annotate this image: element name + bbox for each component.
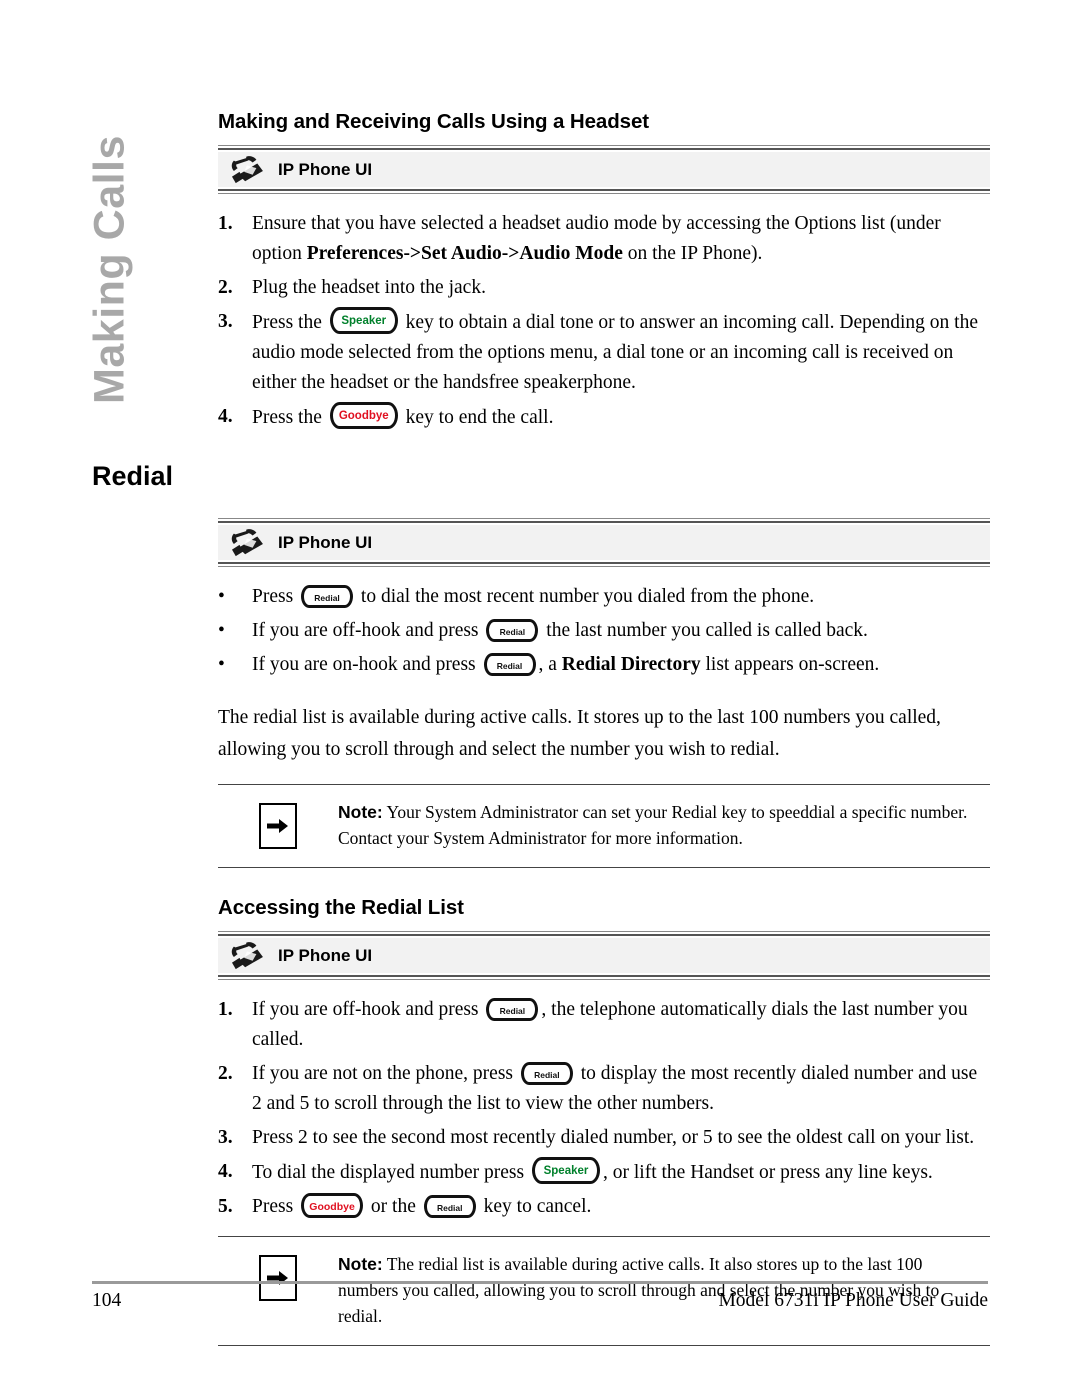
note-body: Your System Administrator can set your R…: [338, 802, 968, 848]
steps-list-headset: 1. Ensure that you have selected a heads…: [218, 209, 990, 433]
list-item: 2. If you are not on the phone, press Re…: [218, 1059, 990, 1119]
list-item: 5. Press Goodbye or the Redial key to ca…: [218, 1192, 990, 1222]
step-text-part2: on the IP Phone).: [622, 243, 763, 264]
goodbye-key-icon: Goodbye: [329, 402, 398, 429]
step-text-part1: Press the: [252, 312, 327, 333]
step-text: Press the Speaker key to obtain a dial t…: [252, 307, 990, 398]
page-footer: 104 Model 6731i IP Phone User Guide: [92, 1290, 988, 1312]
bullet-text-part3: list appears on-screen.: [700, 654, 880, 675]
step-text: Press Goodbye or the Redial key to cance…: [252, 1192, 990, 1222]
list-item: • If you are off-hook and press Redial t…: [218, 616, 990, 646]
step-number: 5.: [218, 1196, 233, 1217]
note-lead: Note:: [338, 802, 383, 822]
list-item: 3. Press the Speaker key to obtain a dia…: [218, 307, 990, 398]
steps-list-accessing: 1. If you are off-hook and press Redial,…: [218, 995, 990, 1222]
desk-phone-icon: [231, 941, 263, 969]
document-page: Making Calls Making and Receiving Calls …: [0, 0, 1080, 1397]
step-text-part1: If you are not on the phone, press: [252, 1063, 518, 1084]
desk-phone-icon: [231, 155, 263, 183]
desk-phone-icon: [231, 528, 263, 556]
redial-key-icon: Redial: [486, 619, 539, 642]
bullets-list-redial: • Press Redial to dial the most recent n…: [218, 582, 990, 680]
list-item: 2. Plug the headset into the jack.: [218, 273, 990, 303]
step-text: If you are not on the phone, press Redia…: [252, 1059, 990, 1119]
bullet-text-part2: the last number you called is called bac…: [541, 620, 868, 641]
step-text-part1: Press: [252, 1196, 299, 1217]
bullet-marker: •: [218, 654, 225, 675]
step-number: 4.: [218, 406, 233, 427]
step-text-part3: key to cancel.: [478, 1196, 592, 1217]
arrow-right-glyph: [267, 819, 288, 833]
bullet-text-part1: If you are on-hook and press: [252, 654, 481, 675]
heading-redial: Redial: [92, 461, 174, 491]
list-item: 1. Ensure that you have selected a heads…: [218, 209, 990, 269]
note-lead: Note:: [338, 1254, 383, 1274]
goodbye-key-icon: Goodbye: [301, 1193, 364, 1218]
redial-key-icon: Redial: [486, 998, 539, 1021]
list-item: • If you are on-hook and press Redial, a…: [218, 650, 990, 680]
heading-accessing-redial-list: Accessing the Redial List: [218, 896, 464, 919]
step-text-bold: Preferences->Set Audio->Audio Mode: [306, 243, 623, 264]
step-text-part1: If you are off-hook and press: [252, 999, 484, 1020]
step-text: Press the Goodbye key to end the call.: [252, 402, 990, 433]
step-text: Press 2 to see the second most recently …: [252, 1127, 975, 1148]
step-number: 4.: [218, 1161, 233, 1182]
bullet-marker: •: [218, 586, 225, 607]
step-text: Ensure that you have selected a headset …: [252, 209, 990, 269]
step-text: To dial the displayed number press Speak…: [252, 1157, 990, 1188]
bullet-text-bold: Redial Directory: [561, 654, 701, 675]
step-number: 1.: [218, 999, 233, 1020]
chapter-side-tab: Making Calls: [0, 95, 134, 425]
list-item: 1. If you are off-hook and press Redial,…: [218, 995, 990, 1055]
step-number: 2.: [218, 277, 233, 298]
ip-phone-ui-bar-headset: IP Phone UI: [218, 145, 990, 194]
note-block-redial: Note: Your System Administrator can set …: [218, 784, 990, 868]
redial-list-paragraph: The redial list is available during acti…: [218, 707, 941, 760]
step-text-part2: key to end the call.: [400, 407, 554, 428]
step-text: If you are off-hook and press Redial, th…: [252, 995, 990, 1055]
speaker-key-icon: Speaker: [532, 1157, 600, 1184]
list-item: 3. Press 2 to see the second most recent…: [218, 1123, 990, 1153]
list-item: 4. To dial the displayed number press Sp…: [218, 1157, 990, 1188]
ip-phone-ui-bar-redial-label: IP Phone UI: [278, 532, 373, 552]
arrow-right-icon: [259, 803, 297, 849]
note-icon-wrap: [218, 799, 338, 849]
bullet-text: If you are off-hook and press Redial the…: [252, 616, 990, 646]
bullet-text-part1: Press: [252, 586, 299, 607]
step-number: 1.: [218, 213, 233, 234]
ip-phone-ui-bar-accessing: IP Phone UI: [218, 931, 990, 980]
list-item: • Press Redial to dial the most recent n…: [218, 582, 990, 612]
redial-key-icon: Redial: [483, 653, 536, 676]
bullet-marker: •: [218, 620, 225, 641]
bullet-text: If you are on-hook and press Redial, a R…: [252, 650, 990, 680]
note-text: Note: Your System Administrator can set …: [338, 799, 990, 851]
step-text-part1: To dial the displayed number press: [252, 1162, 529, 1183]
step-number: 3.: [218, 311, 233, 332]
redial-key-icon: Redial: [301, 585, 354, 608]
redial-key-icon: Redial: [423, 1195, 476, 1218]
bullet-text-part1: If you are off-hook and press: [252, 620, 484, 641]
chapter-side-tab-label: Making Calls: [85, 135, 134, 404]
step-text-part2: or the: [366, 1196, 421, 1217]
step-number: 3.: [218, 1127, 233, 1148]
ip-phone-ui-bar-accessing-label: IP Phone UI: [278, 945, 373, 965]
step-text-part1: Press the: [252, 407, 327, 428]
step-text: Plug the headset into the jack.: [252, 277, 486, 298]
footer-page-number: 104: [92, 1290, 122, 1311]
footer-divider: [92, 1281, 988, 1284]
step-text-part2: , or lift the Handset or press any line …: [603, 1162, 933, 1183]
step-number: 2.: [218, 1063, 233, 1084]
ip-phone-ui-bar-headset-label: IP Phone UI: [278, 159, 373, 179]
bullet-text-part2: , a: [538, 654, 562, 675]
bullet-text-part2: to dial the most recent number you diale…: [356, 586, 815, 607]
page-content: Making and Receiving Calls Using a Heads…: [92, 110, 990, 1346]
redial-key-icon: Redial: [520, 1062, 573, 1085]
footer-guide-title: Model 6731i IP Phone User Guide: [718, 1290, 988, 1311]
speaker-key-icon: Speaker: [329, 307, 398, 334]
heading-making-receiving-calls-headset: Making and Receiving Calls Using a Heads…: [218, 110, 649, 133]
ip-phone-ui-bar-redial: IP Phone UI: [218, 518, 990, 567]
list-item: 4. Press the Goodbye key to end the call…: [218, 402, 990, 433]
bullet-text: Press Redial to dial the most recent num…: [252, 582, 990, 612]
